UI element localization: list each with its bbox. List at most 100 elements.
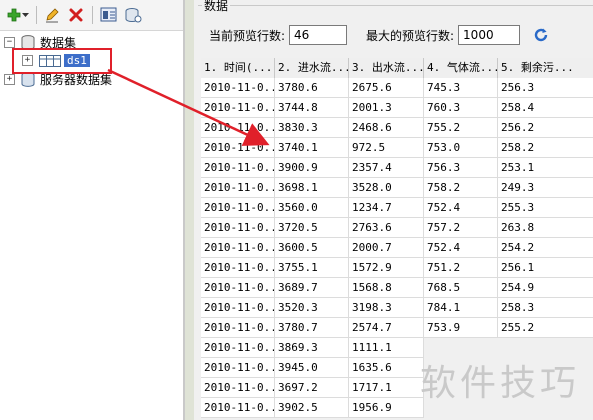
cell-outflow[interactable]: 2763.6 (349, 218, 424, 238)
cell-outflow[interactable]: 2357.4 (349, 158, 424, 178)
refresh-icon[interactable] (533, 27, 549, 43)
cell-sludge[interactable]: 253.1 (498, 158, 593, 178)
cell-time[interactable]: 2010-11-0... (201, 378, 275, 398)
cell-outflow[interactable]: 2001.3 (349, 98, 424, 118)
cell-outflow[interactable]: 1572.9 (349, 258, 424, 278)
cell-outflow[interactable]: 3198.3 (349, 298, 424, 318)
cell-time[interactable]: 2010-11-0... (201, 218, 275, 238)
cell-gasflow[interactable]: 758.2 (424, 178, 498, 198)
preview-icon[interactable] (100, 5, 118, 25)
cell-inflow[interactable]: 3560.0 (275, 198, 349, 218)
cell-inflow[interactable]: 3520.3 (275, 298, 349, 318)
column-header-time[interactable]: 1. 时间(... (201, 58, 275, 78)
cell-sludge[interactable]: 258.4 (498, 98, 593, 118)
cell-time[interactable]: 2010-11-0... (201, 338, 275, 358)
cell-outflow[interactable]: 1717.1 (349, 378, 424, 398)
cell-time[interactable]: 2010-11-0... (201, 358, 275, 378)
cell-inflow[interactable]: 3689.7 (275, 278, 349, 298)
cell-time[interactable]: 2010-11-0... (201, 118, 275, 138)
cell-time[interactable]: 2010-11-0... (201, 178, 275, 198)
cell-sludge[interactable]: 256.1 (498, 258, 593, 278)
table-row[interactable]: 2010-11-0...3720.52763.6757.2263.8 (201, 218, 593, 238)
cell-inflow[interactable]: 3720.5 (275, 218, 349, 238)
cell-time[interactable]: 2010-11-0... (201, 318, 275, 338)
cell-inflow[interactable]: 3697.2 (275, 378, 349, 398)
cell-sludge[interactable]: 258.2 (498, 138, 593, 158)
table-row[interactable]: 2010-11-0...3744.82001.3760.3258.4 (201, 98, 593, 118)
cell-sludge[interactable]: 255.3 (498, 198, 593, 218)
cell-time[interactable]: 2010-11-0... (201, 398, 275, 418)
cell-outflow[interactable]: 1111.1 (349, 338, 424, 358)
cell-inflow[interactable]: 3698.1 (275, 178, 349, 198)
cell-time[interactable]: 2010-11-0... (201, 238, 275, 258)
cell-outflow[interactable]: 1956.9 (349, 398, 424, 418)
column-header-inflow[interactable]: 2. 进水流... (275, 58, 349, 78)
column-header-outflow[interactable]: 3. 出水流... (349, 58, 424, 78)
add-icon[interactable] (6, 5, 22, 25)
cell-sludge[interactable]: 258.3 (498, 298, 593, 318)
edit-icon[interactable] (44, 5, 60, 25)
dropdown-icon[interactable] (22, 5, 30, 25)
table-row[interactable]: 2010-11-0...3755.11572.9751.2256.1 (201, 258, 593, 278)
cell-time[interactable]: 2010-11-0... (201, 278, 275, 298)
table-row[interactable]: 2010-11-0...3560.01234.7752.4255.3 (201, 198, 593, 218)
collapse-icon[interactable]: − (4, 37, 15, 48)
cell-gasflow[interactable]: 755.2 (424, 118, 498, 138)
cell-inflow[interactable]: 3945.0 (275, 358, 349, 378)
cell-gasflow[interactable]: 753.0 (424, 138, 498, 158)
cell-inflow[interactable]: 3780.7 (275, 318, 349, 338)
cell-outflow[interactable]: 1234.7 (349, 198, 424, 218)
cell-gasflow[interactable]: 752.4 (424, 238, 498, 258)
cell-gasflow[interactable]: 757.2 (424, 218, 498, 238)
cell-time[interactable]: 2010-11-0... (201, 298, 275, 318)
table-row[interactable]: 2010-11-0...3780.72574.7753.9255.2 (201, 318, 593, 338)
cell-gasflow[interactable]: 753.9 (424, 318, 498, 338)
cell-gasflow[interactable]: 745.3 (424, 78, 498, 98)
table-row[interactable]: 2010-11-0...3520.33198.3784.1258.3 (201, 298, 593, 318)
cell-sludge[interactable]: 256.2 (498, 118, 593, 138)
cell-inflow[interactable]: 3740.1 (275, 138, 349, 158)
cell-inflow[interactable]: 3755.1 (275, 258, 349, 278)
cell-sludge[interactable]: 254.9 (498, 278, 593, 298)
cell-time[interactable]: 2010-11-0... (201, 198, 275, 218)
column-header-sludge[interactable]: 5. 剩余污... (498, 58, 593, 78)
table-row[interactable]: 2010-11-0...3780.62675.6745.3256.3 (201, 78, 593, 98)
cell-time[interactable]: 2010-11-0... (201, 258, 275, 278)
cell-outflow[interactable]: 2574.7 (349, 318, 424, 338)
cell-outflow[interactable]: 972.5 (349, 138, 424, 158)
database-icon[interactable] (124, 5, 142, 25)
cell-gasflow[interactable]: 752.4 (424, 198, 498, 218)
cell-gasflow[interactable]: 756.3 (424, 158, 498, 178)
cell-sludge[interactable]: 249.3 (498, 178, 593, 198)
cell-inflow[interactable]: 3600.5 (275, 238, 349, 258)
cell-outflow[interactable]: 2468.6 (349, 118, 424, 138)
cell-sludge[interactable]: 263.8 (498, 218, 593, 238)
cell-time[interactable]: 2010-11-0... (201, 138, 275, 158)
table-row[interactable]: 2010-11-0...3900.92357.4756.3253.1 (201, 158, 593, 178)
table-row[interactable]: 2010-11-0...3830.32468.6755.2256.2 (201, 118, 593, 138)
cell-inflow[interactable]: 3830.3 (275, 118, 349, 138)
cell-outflow[interactable]: 1635.6 (349, 358, 424, 378)
expand-icon[interactable]: + (4, 74, 15, 85)
cell-inflow[interactable]: 3869.3 (275, 338, 349, 358)
max-preview-input[interactable] (458, 25, 521, 45)
cell-outflow[interactable]: 2675.6 (349, 78, 424, 98)
cell-gasflow[interactable]: 751.2 (424, 258, 498, 278)
cell-time[interactable]: 2010-11-0... (201, 158, 275, 178)
cell-inflow[interactable]: 3902.5 (275, 398, 349, 418)
cell-inflow[interactable]: 3744.8 (275, 98, 349, 118)
column-header-gasflow[interactable]: 4. 气体流... (424, 58, 498, 78)
delete-icon[interactable] (68, 5, 84, 25)
current-preview-input[interactable] (289, 25, 348, 45)
table-row[interactable]: 2010-11-0...3740.1972.5753.0258.2 (201, 138, 593, 158)
cell-outflow[interactable]: 2000.7 (349, 238, 424, 258)
cell-outflow[interactable]: 3528.0 (349, 178, 424, 198)
cell-outflow[interactable]: 1568.8 (349, 278, 424, 298)
cell-sludge[interactable]: 256.3 (498, 78, 593, 98)
table-row[interactable]: 2010-11-0...3600.52000.7752.4254.2 (201, 238, 593, 258)
table-row[interactable]: 2010-11-0...3698.13528.0758.2249.3 (201, 178, 593, 198)
cell-sludge[interactable]: 255.2 (498, 318, 593, 338)
cell-gasflow[interactable]: 784.1 (424, 298, 498, 318)
cell-inflow[interactable]: 3780.6 (275, 78, 349, 98)
cell-inflow[interactable]: 3900.9 (275, 158, 349, 178)
